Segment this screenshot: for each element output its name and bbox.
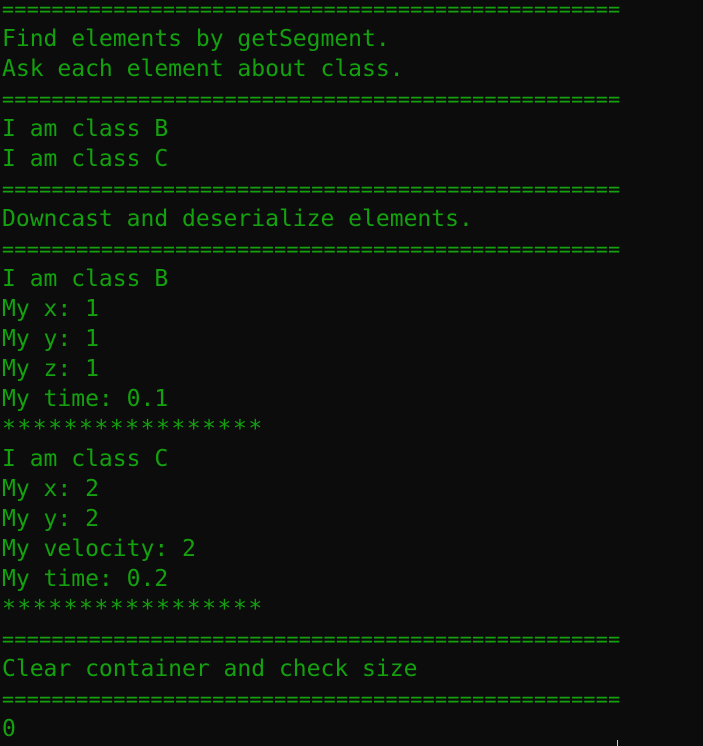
output-line: I am class B — [2, 266, 169, 292]
separator-line: ========================================… — [2, 687, 621, 711]
separator-line: ========================================… — [2, 237, 621, 261]
output-line: Ask each element about class. — [2, 56, 404, 82]
output-line: My z: 1 — [2, 356, 99, 382]
output-line: I am class C — [2, 446, 169, 472]
console-window[interactable]: ========================================… — [0, 0, 703, 746]
star-separator-line: ***************** — [2, 416, 264, 442]
output-line: My velocity: 2 — [2, 536, 196, 562]
cursor-mark — [617, 740, 618, 746]
output-line: Clear container and check size — [2, 656, 418, 682]
output-line: My x: 2 — [2, 476, 99, 502]
output-line: 0 — [2, 716, 16, 742]
output-line: I am class B — [2, 116, 169, 142]
output-line: My time: 0.1 — [2, 386, 169, 412]
output-line: Downcast and deserialize elements. — [2, 206, 473, 232]
star-separator-line: ***************** — [2, 596, 264, 622]
output-line: I am class C — [2, 146, 169, 172]
separator-line: ========================================… — [2, 87, 621, 111]
output-line: My y: 1 — [2, 326, 99, 352]
separator-line: ========================================… — [2, 0, 621, 21]
output-line: My y: 2 — [2, 506, 99, 532]
output-line: My time: 0.2 — [2, 566, 169, 592]
separator-line: ========================================… — [2, 177, 621, 201]
separator-line: ========================================… — [2, 627, 621, 651]
output-line: My x: 1 — [2, 296, 99, 322]
output-line: Find elements by getSegment. — [2, 26, 390, 52]
